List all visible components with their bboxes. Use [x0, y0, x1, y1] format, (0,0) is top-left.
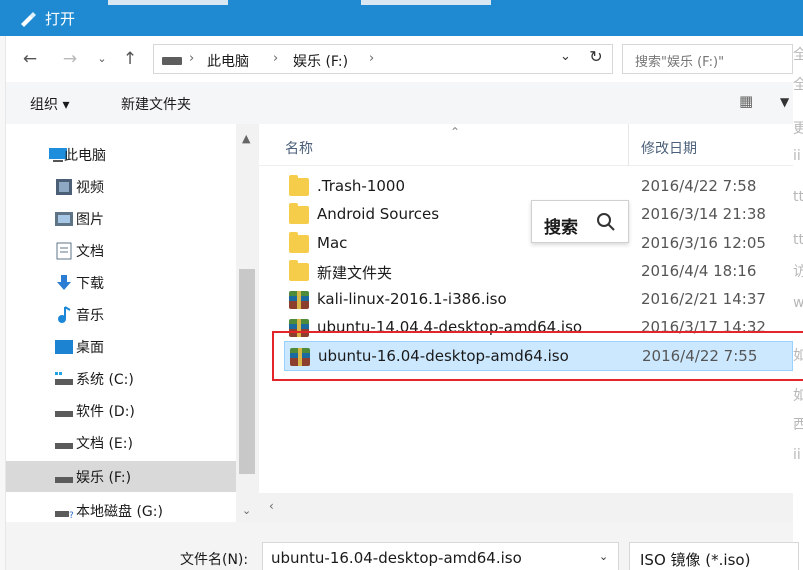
file-name-bar: 文件名(N): ubuntu-16.04-desktop-amd64.iso ⌄… — [6, 522, 799, 570]
filename-value: ubuntu-16.04-desktop-amd64.iso — [271, 549, 522, 567]
open-file-icon — [21, 12, 36, 27]
archive-icon — [289, 319, 309, 337]
view-options-icon[interactable]: ▦ — [739, 92, 753, 110]
breadcrumb-this-pc[interactable]: 此电脑 — [207, 51, 249, 71]
scroll-up-icon[interactable]: ▲ — [242, 132, 250, 145]
column-name[interactable]: 名称 — [285, 138, 313, 158]
file-date: 2016/2/21 14:37 — [641, 290, 766, 308]
sidebar-item-drive-f[interactable]: 娱乐 (F:) — [6, 461, 236, 492]
local-disk-icon: ? — [55, 511, 74, 520]
chevron-right-icon[interactable]: › — [273, 51, 278, 66]
window-title: 打开 — [45, 10, 76, 28]
search-placeholder: 搜索"娱乐 (F:)" — [635, 55, 725, 70]
file-row[interactable]: .Trash-1000 2016/4/22 7:58 — [284, 172, 793, 202]
music-icon — [58, 306, 71, 323]
file-type-filter[interactable]: ISO 镜像 (*.iso) — [629, 542, 799, 570]
sidebar-scroll-thumb[interactable] — [239, 269, 255, 474]
sidebar-item-drive-d[interactable]: 软件 (D:) — [6, 395, 236, 426]
folder-icon — [289, 203, 309, 224]
file-name: Mac — [317, 234, 348, 252]
sort-ascending-icon: ⌃ — [450, 125, 461, 139]
search-box[interactable]: 搜索"娱乐 (F:)" — [622, 44, 793, 74]
video-icon — [56, 179, 72, 195]
breadcrumb-drive-f[interactable]: 娱乐 (F:) — [293, 51, 348, 71]
address-bar[interactable]: › 此电脑 › 娱乐 (F:) › ⌄ ↻ — [153, 44, 613, 74]
desktop-icon — [55, 340, 73, 354]
sidebar-item-this-pc[interactable]: 此电脑 — [6, 139, 236, 170]
title-highlight-left — [108, 0, 228, 5]
navigation-bar: ← → ⌄ ↑ › 此电脑 › 娱乐 (F:) › ⌄ ↻ 搜索"娱乐 (F:)… — [6, 36, 793, 82]
column-header-row: ⌃ 名称 修改日期 — [259, 124, 793, 166]
archive-icon — [290, 348, 310, 366]
folder-icon — [289, 232, 309, 253]
file-name: 新建文件夹 — [317, 264, 393, 282]
drive-icon — [162, 57, 182, 65]
column-modified-date[interactable]: 修改日期 — [641, 138, 697, 158]
search-popup[interactable]: 搜索 — [531, 200, 629, 243]
chevron-right-icon[interactable]: › — [369, 51, 374, 66]
folder-icon — [289, 175, 309, 196]
sidebar-item-drive-e[interactable]: 文档 (E:) — [6, 427, 236, 458]
file-date: 2016/4/4 18:16 — [641, 262, 757, 280]
title-highlight-right — [361, 0, 491, 5]
file-row[interactable]: kali-linux-2016.1-i386.iso 2016/2/21 14:… — [284, 285, 793, 315]
drive-icon — [55, 411, 73, 417]
file-row-selected[interactable]: ubuntu-16.04-desktop-amd64.iso 2016/4/22… — [284, 341, 793, 371]
scroll-down-icon[interactable]: ⌄ — [242, 504, 251, 517]
document-icon — [56, 242, 72, 260]
file-name: ubuntu-14.04.4-desktop-amd64.iso — [317, 318, 583, 336]
file-row[interactable]: ubuntu-14.04.4-desktop-amd64.iso 2016/3/… — [284, 313, 793, 343]
sidebar-item-music[interactable]: 音乐 — [6, 299, 236, 330]
column-divider[interactable] — [628, 124, 629, 166]
system-drive-icon — [55, 372, 73, 385]
title-bar[interactable]: 打开 — [0, 0, 803, 36]
file-name: ubuntu-16.04-desktop-amd64.iso — [318, 347, 569, 365]
sidebar-item-downloads[interactable]: 下载 — [6, 267, 236, 298]
horizontal-scrollbar[interactable]: ‹ — [259, 493, 793, 522]
svg-text:?: ? — [69, 511, 74, 520]
filter-value: ISO 镜像 (*.iso) — [640, 551, 751, 569]
file-name: .Trash-1000 — [317, 177, 405, 195]
filename-input[interactable]: ubuntu-16.04-desktop-amd64.iso ⌄ — [262, 542, 619, 570]
popup-search-label: 搜索 — [544, 218, 578, 238]
filename-label: 文件名(N): — [180, 552, 249, 568]
sidebar-item-videos[interactable]: 视频 — [6, 171, 236, 202]
recent-locations-button[interactable]: ⌄ — [91, 52, 113, 74]
chevron-down-icon[interactable]: ⌄ — [599, 550, 608, 563]
back-button[interactable]: ← — [19, 49, 41, 71]
file-date: 2016/3/16 12:05 — [641, 234, 766, 252]
sidebar-item-desktop[interactable]: 桌面 — [6, 331, 236, 362]
drive-icon — [55, 477, 73, 483]
image-icon — [55, 212, 73, 226]
file-date: 2016/4/22 7:55 — [642, 347, 758, 365]
file-row[interactable]: 新建文件夹 2016/4/4 18:16 — [284, 257, 793, 287]
folder-icon — [289, 260, 309, 281]
background-text-strip: 全 全 更 ii tt tt 访 w 如 如 西 ii — [793, 36, 803, 570]
download-icon — [57, 275, 71, 290]
archive-icon — [289, 291, 309, 309]
chevron-right-icon[interactable]: › — [189, 51, 194, 66]
up-button[interactable]: ↑ — [119, 49, 141, 71]
search-icon — [597, 213, 615, 231]
address-dropdown-icon[interactable]: ⌄ — [560, 49, 571, 64]
organize-button[interactable]: 组织 ▾ — [30, 94, 69, 114]
file-date: 2016/4/22 7:58 — [641, 177, 757, 195]
view-dropdown-icon[interactable]: ▼ — [780, 95, 789, 109]
command-toolbar: 组织 ▾ 新建文件夹 ▦ ▼ — [6, 82, 793, 124]
refresh-icon[interactable]: ↻ — [584, 47, 608, 71]
sidebar-item-drive-c[interactable]: 系统 (C:) — [6, 363, 236, 394]
scroll-left-icon[interactable]: ‹ — [269, 499, 274, 513]
sidebar-scrollbar[interactable]: ▲ ⌄ — [236, 124, 259, 522]
file-date: 2016/3/17 14:32 — [641, 318, 766, 336]
file-date: 2016/3/14 21:38 — [641, 205, 766, 223]
sidebar-item-pictures[interactable]: 图片 — [6, 203, 236, 234]
forward-button[interactable]: → — [59, 49, 81, 71]
new-folder-button[interactable]: 新建文件夹 — [121, 94, 191, 114]
drive-icon — [55, 443, 73, 449]
file-name: Android Sources — [317, 205, 440, 223]
file-list: ⌃ 名称 修改日期 .Trash-1000 2016/4/22 7:58 And… — [259, 124, 793, 522]
file-name: kali-linux-2016.1-i386.iso — [317, 290, 507, 308]
sidebar-item-documents[interactable]: 文档 — [6, 235, 236, 266]
navigation-pane: 此电脑 视频 图片 文档 下载 音乐 桌面 系统 (C:) 软件 (D:) 文档… — [6, 124, 259, 522]
